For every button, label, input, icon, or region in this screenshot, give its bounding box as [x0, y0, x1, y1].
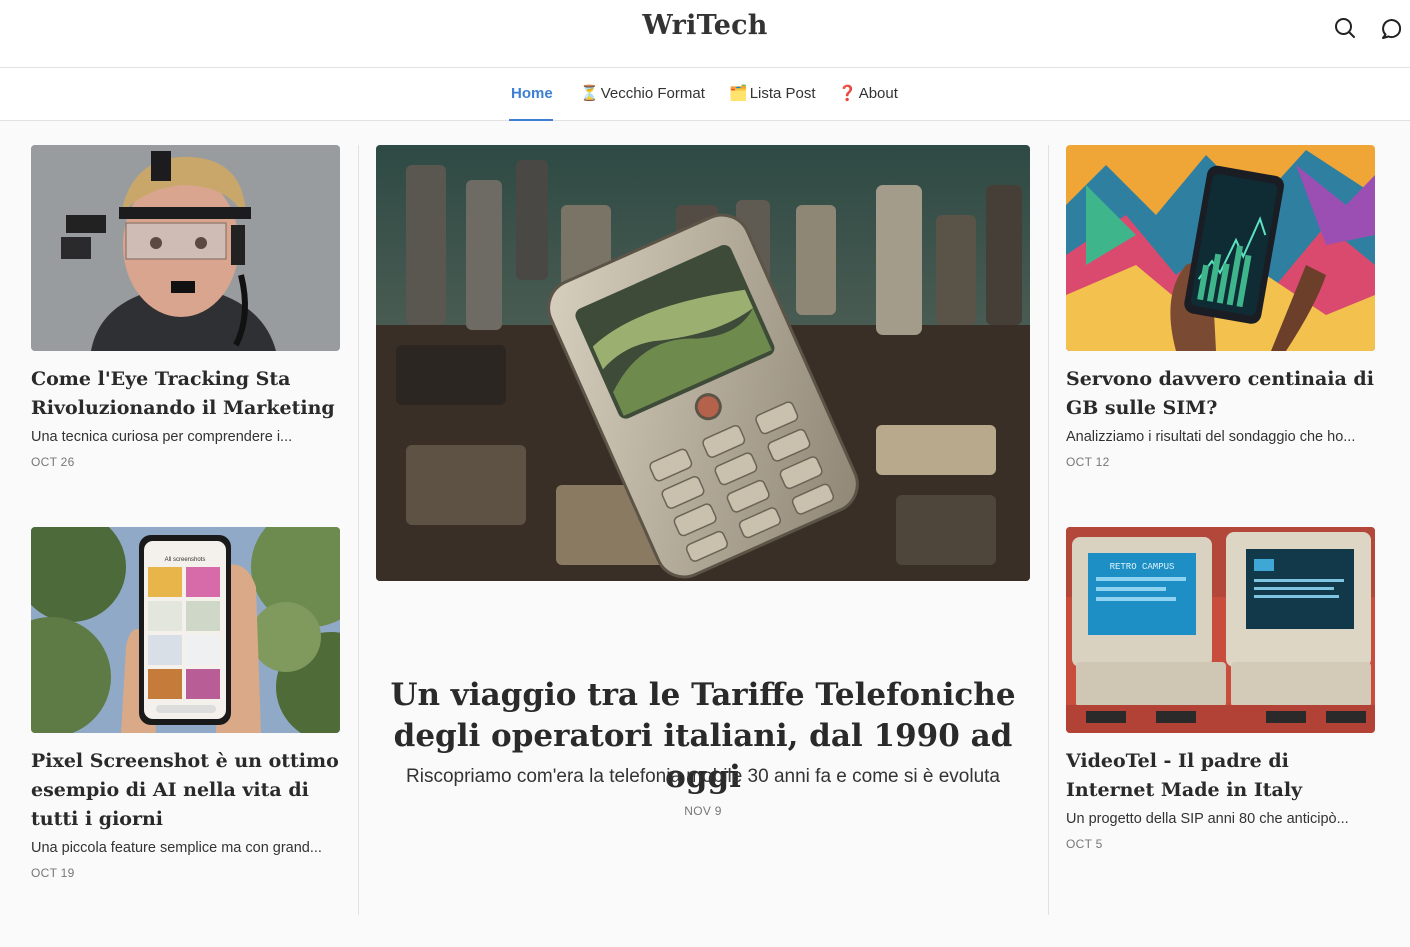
nav-item-about[interactable]: ❓ About — [838, 68, 898, 121]
post-title[interactable]: Come l'Eye Tracking Sta Rivoluzionando i… — [31, 365, 340, 423]
post-card: Come l'Eye Tracking Sta Rivoluzionando i… — [31, 145, 340, 469]
post-date: OCT 5 — [1066, 837, 1103, 851]
post-thumbnail-pixel-screenshot[interactable]: All screenshots — [31, 527, 340, 733]
column-divider — [1048, 145, 1049, 915]
search-icon[interactable] — [1332, 15, 1358, 41]
nav-item-label: Lista Post — [749, 85, 816, 102]
column-divider — [358, 145, 359, 915]
featured-post: Un viaggio tra le Tariffe Telefoniche de… — [376, 145, 1030, 818]
folder-icon: 🗂️ — [729, 85, 748, 102]
hourglass-icon: ⏳ — [580, 85, 599, 102]
post-date: OCT 19 — [31, 866, 75, 880]
post-title[interactable]: Pixel Screenshot è un ottimo esempio di … — [31, 747, 340, 834]
main-nav: Home ⏳ Vecchio Format 🗂️ Lista Post ❓ About — [0, 68, 1410, 121]
post-thumbnail-eye-tracking[interactable] — [31, 145, 340, 351]
nav-item-vecchio-format[interactable]: ⏳ Vecchio Format — [580, 68, 705, 121]
nav-item-home[interactable]: Home — [509, 68, 553, 121]
post-date: OCT 12 — [1066, 455, 1110, 469]
post-card: Servono davvero centinaia di GB sulle SI… — [1066, 145, 1375, 469]
comment-icon[interactable] — [1379, 15, 1405, 41]
post-title[interactable]: VideoTel - Il padre di Internet Made in … — [1066, 747, 1375, 805]
phone-screen-title: All screenshots — [165, 557, 206, 563]
post-thumbnail-videotel[interactable]: RETRO CAMPUS — [1066, 527, 1375, 733]
post-excerpt: Analizziamo i risultati del sondaggio ch… — [1066, 429, 1356, 445]
post-title[interactable]: Servono davvero centinaia di GB sulle SI… — [1066, 365, 1375, 423]
nav-item-label: Vecchio Format — [600, 85, 705, 102]
post-excerpt: Un progetto della SIP anni 80 che antici… — [1066, 811, 1349, 827]
site-header: WriTech — [0, 0, 1410, 68]
question-icon: ❓ — [838, 85, 857, 102]
post-card: RETRO CAMPUS VideoTel - Il padre di Inte… — [1066, 527, 1375, 851]
terminal-screen-label: RETRO CAMPUS — [1110, 562, 1175, 572]
post-thumbnail-sim-gb[interactable] — [1066, 145, 1375, 351]
featured-post-date: NOV 9 — [684, 804, 722, 818]
post-card: All screenshots Pixel Screenshot è un ot… — [31, 527, 340, 880]
nav-item-label: Home — [511, 85, 553, 102]
post-excerpt: Una piccola feature semplice ma con gran… — [31, 840, 322, 856]
post-excerpt: Una tecnica curiosa per comprendere i... — [31, 429, 293, 445]
featured-post-image[interactable] — [376, 145, 1030, 581]
nav-item-lista-post[interactable]: 🗂️ Lista Post — [729, 68, 816, 121]
nav-item-label: About — [858, 85, 898, 102]
featured-post-excerpt: Riscopriamo com'era la telefonia mobile … — [406, 766, 1000, 787]
post-date: OCT 26 — [31, 455, 75, 469]
site-title[interactable]: WriTech — [0, 10, 1410, 41]
